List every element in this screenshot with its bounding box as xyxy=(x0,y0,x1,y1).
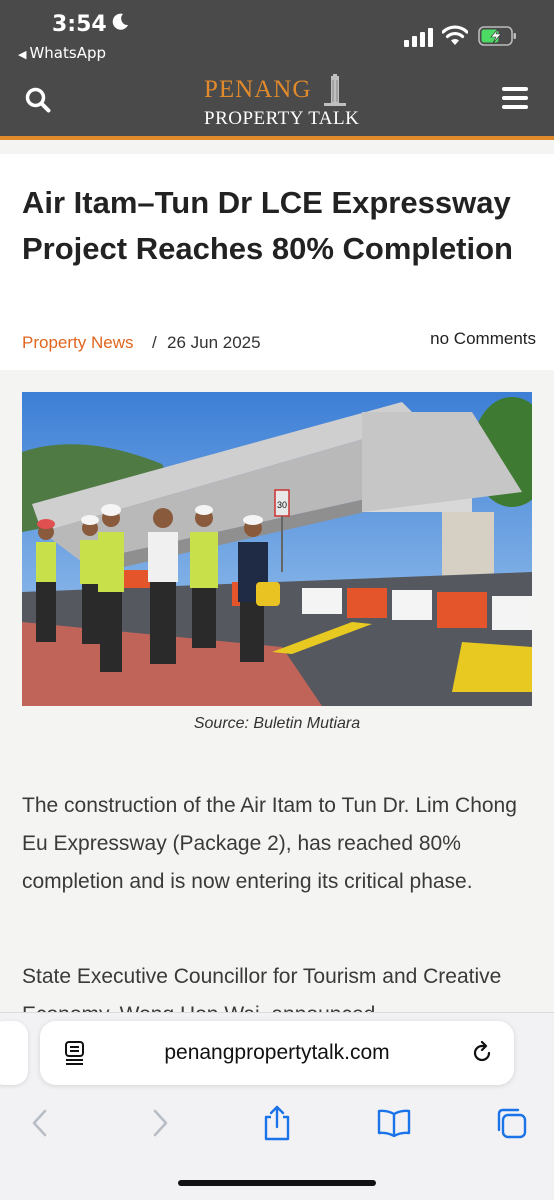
back-button[interactable] xyxy=(20,1103,60,1143)
status-bar: 3:54 ◀ WhatsApp xyxy=(0,0,554,68)
url-text: penangpropertytalk.com xyxy=(164,1041,390,1064)
browser-toolbar: penangpropertytalk.com xyxy=(0,1012,554,1200)
comments-link[interactable]: no Comments xyxy=(430,329,536,349)
logo-line1: PENANG xyxy=(204,76,312,103)
bookmarks-button[interactable] xyxy=(374,1103,414,1143)
publish-date: 26 Jun 2025 xyxy=(167,333,261,352)
back-app-label: WhatsApp xyxy=(29,44,106,62)
back-triangle-icon: ◀ xyxy=(18,48,27,61)
speed-sign-text: 30 xyxy=(277,500,287,510)
tower-icon xyxy=(324,74,346,106)
moon-icon xyxy=(112,13,128,30)
reload-icon[interactable] xyxy=(470,1041,494,1065)
category-link[interactable]: Property News xyxy=(22,333,133,353)
article-photo: 30 xyxy=(22,392,532,706)
site-logo[interactable]: PENANG PROPERTY TALK xyxy=(200,74,360,134)
logo-line2: PROPERTY TALK xyxy=(204,108,360,129)
article-paragraph: State Executive Councillor for Tourism a… xyxy=(22,965,502,1014)
status-time: 3:54 xyxy=(52,12,107,37)
article-header: Air Itam–Tun Dr LCE Expressway Project R… xyxy=(0,154,554,370)
site-header: PENANG PROPERTY TALK xyxy=(0,68,554,140)
back-icon xyxy=(32,1109,47,1137)
tabs-icon xyxy=(497,1108,527,1139)
address-bar[interactable]: penangpropertytalk.com xyxy=(40,1021,514,1085)
construction-photo: 30 xyxy=(22,392,532,706)
hamburger-menu-icon[interactable] xyxy=(502,87,528,111)
photo-caption: Source: Buletin Mutiara xyxy=(193,715,361,732)
forward-button[interactable] xyxy=(140,1103,180,1143)
article-title: Air Itam–Tun Dr LCE Expressway Project R… xyxy=(22,185,513,266)
bookmarks-icon xyxy=(377,1109,411,1138)
article-paragraph: The construction of the Air Itam to Tun … xyxy=(22,794,517,893)
home-indicator xyxy=(178,1180,376,1186)
share-icon xyxy=(264,1105,290,1141)
forward-icon xyxy=(153,1109,168,1137)
back-to-app-link[interactable]: ◀ WhatsApp xyxy=(18,44,106,62)
battery-charging-icon xyxy=(478,26,516,46)
tabs-button[interactable] xyxy=(491,1103,531,1143)
meta-separator: / xyxy=(152,333,157,352)
wifi-icon xyxy=(442,25,468,45)
share-button[interactable] xyxy=(257,1103,297,1143)
cellular-signal-icon xyxy=(404,28,433,47)
previous-tab-preview[interactable] xyxy=(0,1021,28,1085)
search-icon[interactable] xyxy=(24,86,52,114)
